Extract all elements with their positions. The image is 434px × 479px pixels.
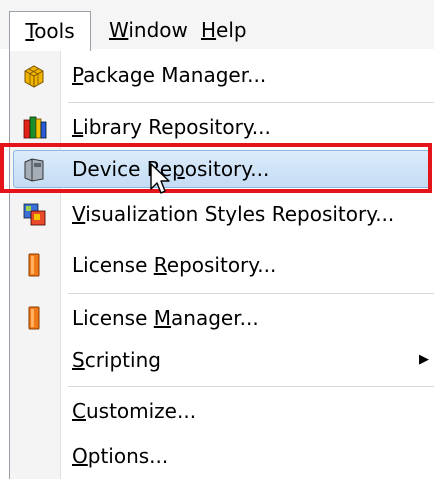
menu-bar: Tools Window Help bbox=[0, 0, 434, 51]
label-pre: License bbox=[72, 306, 154, 330]
tools-dropdown-menu: Package Manager... Library Repository...… bbox=[9, 50, 434, 479]
menu-item-visualization-styles-repository[interactable]: Visualization Styles Repository... bbox=[10, 192, 434, 236]
license-icon bbox=[22, 252, 46, 278]
menu-item-label: Options... bbox=[72, 434, 168, 478]
menu-window-label: indow bbox=[128, 18, 188, 42]
menu-item-label: Package Manager... bbox=[72, 53, 266, 97]
menu-item-label: License Manager... bbox=[72, 296, 259, 340]
label-mnemonic: S bbox=[72, 348, 85, 372]
label-mnemonic: P bbox=[72, 63, 84, 87]
visualization-icon bbox=[22, 201, 46, 227]
menu-tools[interactable]: Tools bbox=[9, 11, 91, 51]
menu-item-customize[interactable]: Customize... bbox=[10, 389, 434, 433]
menu-item-options[interactable]: Options... bbox=[10, 434, 434, 478]
menu-help-mnemonic: H bbox=[201, 18, 217, 42]
menu-help-label: elp bbox=[216, 18, 247, 42]
menu-item-label: License Repository... bbox=[72, 243, 276, 287]
label-post: epository... bbox=[166, 253, 277, 277]
menu-item-package-manager[interactable]: Package Manager... bbox=[10, 53, 434, 97]
menu-item-label: Customize... bbox=[72, 389, 196, 433]
menu-item-license-manager[interactable]: License Manager... bbox=[10, 296, 434, 340]
menu-separator bbox=[68, 102, 434, 103]
label-post: isualization Styles Repository... bbox=[85, 202, 395, 226]
label-post: anager... bbox=[171, 306, 259, 330]
menu-help[interactable]: Help bbox=[193, 11, 255, 49]
label-mnemonic: R bbox=[153, 253, 167, 277]
label-post: ibrary Repository... bbox=[83, 115, 271, 139]
menu-window-mnemonic: W bbox=[109, 18, 129, 42]
menu-item-label: Visualization Styles Repository... bbox=[72, 192, 394, 236]
label-mnemonic: O bbox=[72, 444, 88, 468]
label-mnemonic: C bbox=[72, 399, 86, 423]
submenu-arrow-icon: ▶ bbox=[419, 352, 429, 367]
license-icon bbox=[22, 305, 46, 331]
menu-item-scripting[interactable]: Scripting ▶ bbox=[10, 338, 434, 382]
library-icon bbox=[22, 114, 47, 140]
mouse-pointer-icon bbox=[150, 163, 172, 202]
menu-tools-label: ools bbox=[34, 19, 75, 43]
label-post: ackage Manager... bbox=[83, 63, 267, 87]
package-icon bbox=[22, 62, 46, 88]
annotation-highlight-box bbox=[0, 143, 432, 193]
label-pre: License bbox=[72, 253, 154, 277]
label-mnemonic: V bbox=[72, 202, 86, 226]
label-post: ptions... bbox=[87, 444, 169, 468]
menu-separator bbox=[68, 293, 434, 294]
menu-item-license-repository[interactable]: License Repository... bbox=[10, 243, 434, 287]
label-mnemonic: L bbox=[72, 115, 84, 139]
menu-window[interactable]: Window bbox=[101, 11, 196, 49]
menu-item-label: Scripting bbox=[72, 338, 161, 382]
menu-tools-mnemonic: T bbox=[25, 19, 35, 43]
label-post: ustomize... bbox=[85, 399, 197, 423]
menu-separator bbox=[68, 386, 434, 387]
label-post: cripting bbox=[84, 348, 161, 372]
label-mnemonic: M bbox=[153, 306, 172, 330]
